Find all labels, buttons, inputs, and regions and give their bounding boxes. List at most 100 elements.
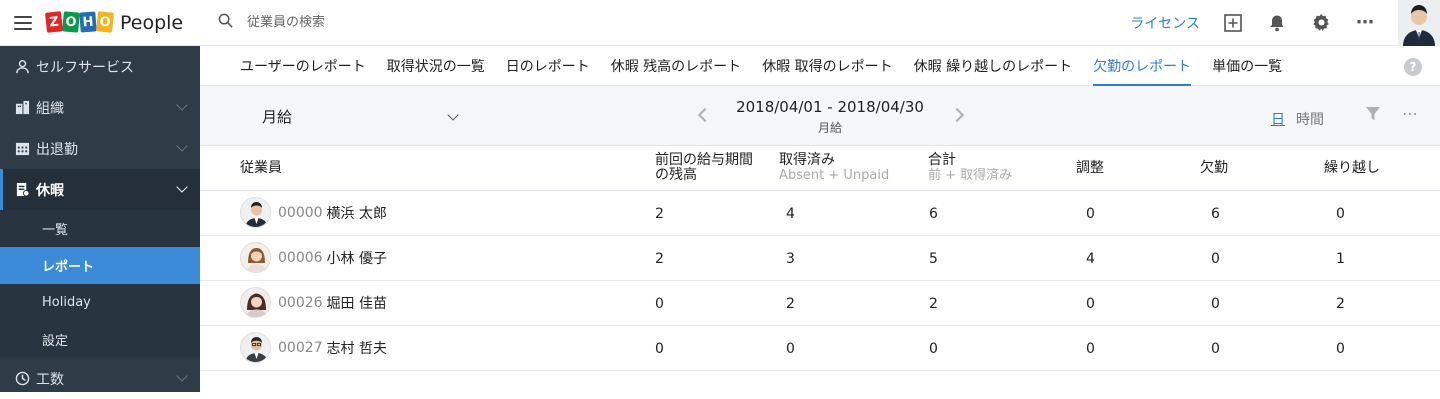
cell-carry: 2 <box>1336 296 1345 312</box>
cell-prev: 2 <box>655 251 664 267</box>
cell-prev: 0 <box>655 296 664 312</box>
search-input[interactable] <box>247 15 547 30</box>
cell-carry: 0 <box>1336 206 1345 222</box>
top-bar: ライセンス ⋯ <box>200 0 1440 46</box>
sidebar-item-label: 組織 <box>36 100 64 117</box>
search-area <box>200 13 1130 32</box>
employee-cell[interactable]: 00000 横浜 太郎 <box>240 197 387 228</box>
col-taken: 取得済み Absent + Unpaid <box>779 152 890 184</box>
sidebar-item-label: 休暇 <box>36 182 64 199</box>
avatar <box>240 197 271 228</box>
sidebar-item-timesheet[interactable]: 工数 <box>0 358 200 399</box>
sidebar-item-attendance[interactable]: 出退勤 <box>0 128 200 169</box>
report-tabs: ユーザーのレポート 取得状況の一覧 日のレポート 休暇 残高のレポート 休暇 取… <box>200 46 1440 86</box>
employee-id: 00027 <box>278 339 323 356</box>
tab-carryover-report[interactable]: 休暇 繰り越しのレポート <box>914 46 1072 86</box>
cell-taken: 0 <box>786 341 795 357</box>
col-carryover: 繰り越し <box>1324 160 1380 176</box>
employee-name: 志村 哲夫 <box>326 340 387 357</box>
cell-adjust: 4 <box>1086 251 1095 267</box>
cell-prev: 2 <box>655 206 664 222</box>
table-row[interactable]: 00000 横浜 太郎 2 4 6 0 6 0 <box>200 191 1440 236</box>
chevron-down-icon <box>176 140 188 152</box>
filter-icon[interactable] <box>1365 106 1381 126</box>
absence-table: 従業員 前回の給与期間 の残高 取得済み Absent + Unpaid 合計 … <box>200 146 1440 371</box>
chevron-down-icon <box>176 370 188 382</box>
cell-absent: 0 <box>1211 251 1220 267</box>
cell-total: 0 <box>929 341 938 357</box>
next-period-button[interactable] <box>949 107 965 123</box>
employee-cell[interactable]: 00006 小林 優子 <box>240 242 387 273</box>
sidebar-item-self-service[interactable]: セルフサービス <box>0 46 200 87</box>
avatar <box>240 287 271 318</box>
cell-taken: 2 <box>786 296 795 312</box>
tab-daily-report[interactable]: 日のレポート <box>506 46 590 86</box>
avatar <box>240 332 271 363</box>
sidebar-subitem-list[interactable]: 一覧 <box>0 210 200 247</box>
tab-rate-list[interactable]: 単価の一覧 <box>1212 46 1282 86</box>
cell-taken: 4 <box>786 206 795 222</box>
top-actions: ライセンス ⋯ <box>1130 0 1440 46</box>
cell-total: 2 <box>929 296 938 312</box>
period-range: 2018/04/01 - 2018/04/30 <box>736 98 924 116</box>
tab-balance-report[interactable]: 休暇 残高のレポート <box>611 46 741 86</box>
pay-type-select[interactable]: 月給 <box>262 106 459 127</box>
gear-icon[interactable] <box>1310 12 1332 34</box>
employee-id: 00006 <box>278 249 323 266</box>
cell-carry: 1 <box>1336 251 1345 267</box>
sidebar-item-label: セルフサービス <box>36 59 134 76</box>
sidebar-nav: セルフサービス 組織 出退勤 休暇 一覧 レポート Holiday 設定 工数 <box>0 46 200 399</box>
building-icon <box>14 100 30 116</box>
sidebar-item-organization[interactable]: 組織 <box>0 87 200 128</box>
document-icon <box>14 182 30 198</box>
help-icon[interactable]: ? <box>1404 58 1422 76</box>
sidebar-item-label: 工数 <box>36 371 64 388</box>
bell-icon[interactable] <box>1266 12 1288 34</box>
tab-absence-report[interactable]: 欠勤のレポート <box>1093 46 1192 86</box>
search-icon[interactable] <box>218 13 233 32</box>
sidebar-subitem-holiday[interactable]: Holiday <box>0 284 200 321</box>
cell-carry: 0 <box>1336 341 1345 357</box>
user-avatar[interactable] <box>1398 0 1440 46</box>
col-adjustment: 調整 <box>1076 160 1104 176</box>
employee-id: 00000 <box>278 204 323 221</box>
tab-taken-report[interactable]: 休暇 取得のレポート <box>762 46 892 86</box>
cell-total: 5 <box>929 251 938 267</box>
more-options-icon[interactable]: ⋯ <box>1402 104 1419 123</box>
prev-period-button[interactable] <box>697 107 713 123</box>
employee-cell[interactable]: 00026 堀田 佳苗 <box>240 287 387 318</box>
sidebar-item-label: 出退勤 <box>36 141 78 158</box>
user-icon <box>14 59 30 75</box>
table-row[interactable]: 00027 志村 哲夫 0 0 0 0 0 0 <box>200 326 1440 371</box>
sidebar-subitem-reports[interactable]: レポート <box>0 247 200 284</box>
add-icon[interactable] <box>1222 12 1244 34</box>
sidebar-subitem-settings[interactable]: 設定 <box>0 321 200 358</box>
tab-status-list[interactable]: 取得状況の一覧 <box>387 46 485 86</box>
more-icon[interactable]: ⋯ <box>1354 12 1376 34</box>
pay-type-value: 月給 <box>262 108 293 126</box>
table-row[interactable]: 00026 堀田 佳苗 0 2 2 0 0 2 <box>200 281 1440 326</box>
col-total: 合計 前 + 取得済み <box>928 152 1013 184</box>
cell-absent: 0 <box>1211 296 1220 312</box>
tab-user-report[interactable]: ユーザーのレポート <box>240 46 366 86</box>
employee-cell[interactable]: 00027 志村 哲夫 <box>240 332 387 363</box>
cell-absent: 0 <box>1211 341 1220 357</box>
sidebar-item-leave[interactable]: 休暇 <box>0 169 200 210</box>
employee-name: 小林 優子 <box>326 250 387 267</box>
cell-taken: 3 <box>786 251 795 267</box>
cell-total: 6 <box>929 206 938 222</box>
table-row[interactable]: 00006 小林 優子 2 3 5 4 0 1 <box>200 236 1440 281</box>
cell-adjust: 0 <box>1086 341 1095 357</box>
chevron-down-icon <box>176 99 188 111</box>
brand-bar: Z O H O People <box>0 0 200 46</box>
menu-icon[interactable] <box>14 15 32 30</box>
calendar-icon <box>14 141 30 157</box>
view-day-toggle[interactable]: 日 <box>1271 109 1285 129</box>
view-hour-toggle[interactable]: 時間 <box>1296 109 1324 129</box>
chevron-down-icon <box>447 108 459 121</box>
sidebar: Z O H O People セルフサービス 組織 出退勤 休暇 一覧 レポート… <box>0 0 200 392</box>
clock-icon <box>14 371 30 387</box>
avatar <box>240 242 271 273</box>
col-employee: 従業員 <box>240 160 282 176</box>
license-link[interactable]: ライセンス <box>1130 13 1200 33</box>
